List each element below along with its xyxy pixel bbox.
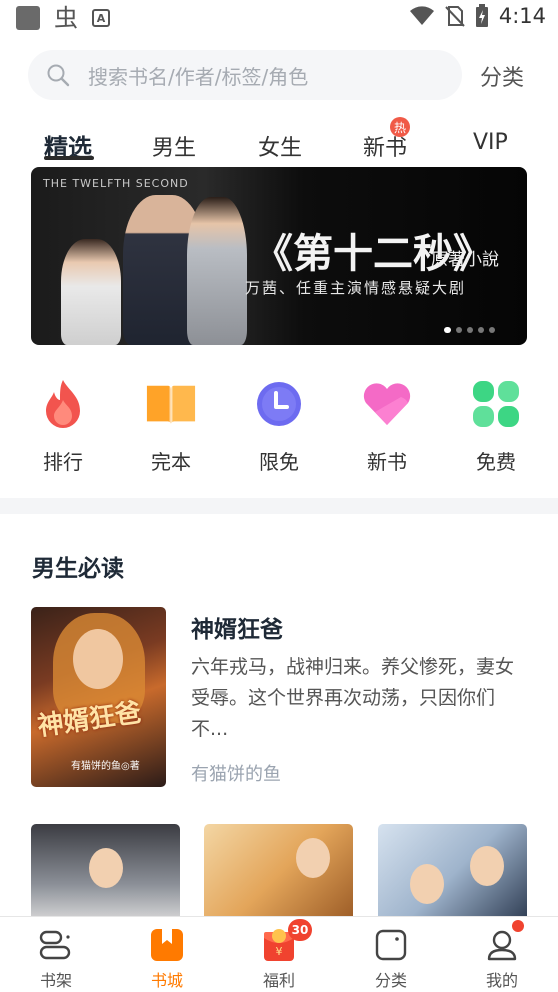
book-cover-thumbnail[interactable] [31,824,180,924]
book-cover-thumbnail[interactable] [204,824,353,924]
nav-category[interactable]: 分类 [351,927,431,991]
bug-icon: 虫 [54,4,78,32]
banner-actress-image [61,239,121,345]
banner-cast-line: 万茜、任重主演情感悬疑大剧 [245,279,467,297]
quick-link-label: 完本 [151,450,191,474]
hot-badge: 热 [390,117,410,137]
tab-vip[interactable]: VIP [473,130,508,155]
a-icon: A [92,9,110,27]
nav-label: 分类 [374,971,407,990]
quick-link-label: 限免 [259,450,299,474]
promo-banner[interactable]: THE TWELFTH SECOND 《第十二秒》 原著小說 万茜、任重主演情感… [31,167,527,345]
bottom-nav: 书架 书城 ¥ 福利 分类 我的 [0,916,558,992]
tab-indicator [44,156,94,160]
quick-link-label: 免费 [476,450,516,474]
banner-actress-image-2 [187,197,247,345]
bookshelf-icon [38,927,74,963]
app-screen: 虫 A 4:14 搜索书名/作者/标签/角色 分类 精选 男生 女生 新书 热 … [0,0,558,992]
book-description: 六年戎马，战神归来。养父惨死，妻女受辱。这个世界再次动荡，只因你们不... [191,656,515,740]
flame-icon [37,378,89,430]
book-title[interactable]: 神婿狂爸 [191,610,283,644]
quick-link-label: 排行 [43,450,83,474]
book-cover[interactable]: 神婿狂爸 有猫饼的鱼◎著 [31,607,166,787]
nav-bookshelf[interactable]: 书架 [16,927,96,991]
notification-dot [512,920,524,932]
cover-author-art: 有猫饼的鱼◎著 [71,761,140,772]
quick-link-ranking[interactable]: 排行 [28,378,98,475]
carousel-dots[interactable] [444,327,495,333]
user-icon [484,927,520,963]
app-notification-icon [16,6,40,30]
quick-link-limited-free[interactable]: 限免 [244,378,314,475]
category-icon [373,927,409,963]
nav-profile[interactable]: 我的 [462,927,542,991]
svg-text:¥: ¥ [276,945,283,958]
cover-title-art: 神婿狂爸 [35,697,143,743]
quick-link-free[interactable]: 免费 [461,378,531,475]
clock-icon [253,378,305,430]
book-icon [145,378,197,430]
nav-label: 我的 [485,971,518,990]
welfare-count-badge: 30 [288,919,312,941]
no-sim-icon [445,6,465,27]
banner-subtitle: 原著小說 [431,250,499,270]
banner-english-title: THE TWELFTH SECOND [43,177,189,190]
battery-icon [475,4,488,27]
wifi-icon [409,6,434,25]
nav-bookstore[interactable]: 书城 [127,927,207,991]
nav-label: 福利 [262,971,295,990]
status-bar: 虫 A 4:14 [0,0,558,38]
tab-female[interactable]: 女生 [258,130,302,162]
clock-time: 4:14 [498,4,546,28]
quick-link-new-books[interactable]: 新书 [352,378,422,475]
nav-label: 书城 [150,971,183,990]
search-icon [47,64,70,87]
book-cover-thumbnail[interactable] [378,824,527,924]
search-placeholder: 搜索书名/作者/标签/角色 [88,64,309,89]
quick-link-label: 新书 [367,450,407,474]
bookstore-icon [149,927,185,963]
heart-icon [361,378,413,430]
section-title: 男生必读 [32,556,124,582]
category-link[interactable]: 分类 [480,60,524,92]
book-author: 有猫饼的鱼 [191,764,281,785]
clover-icon [470,378,522,430]
quick-link-completed[interactable]: 完本 [136,378,206,475]
section-divider [0,498,558,514]
search-input[interactable]: 搜索书名/作者/标签/角色 [28,50,462,100]
nav-label: 书架 [39,971,72,990]
tab-male[interactable]: 男生 [152,130,196,162]
